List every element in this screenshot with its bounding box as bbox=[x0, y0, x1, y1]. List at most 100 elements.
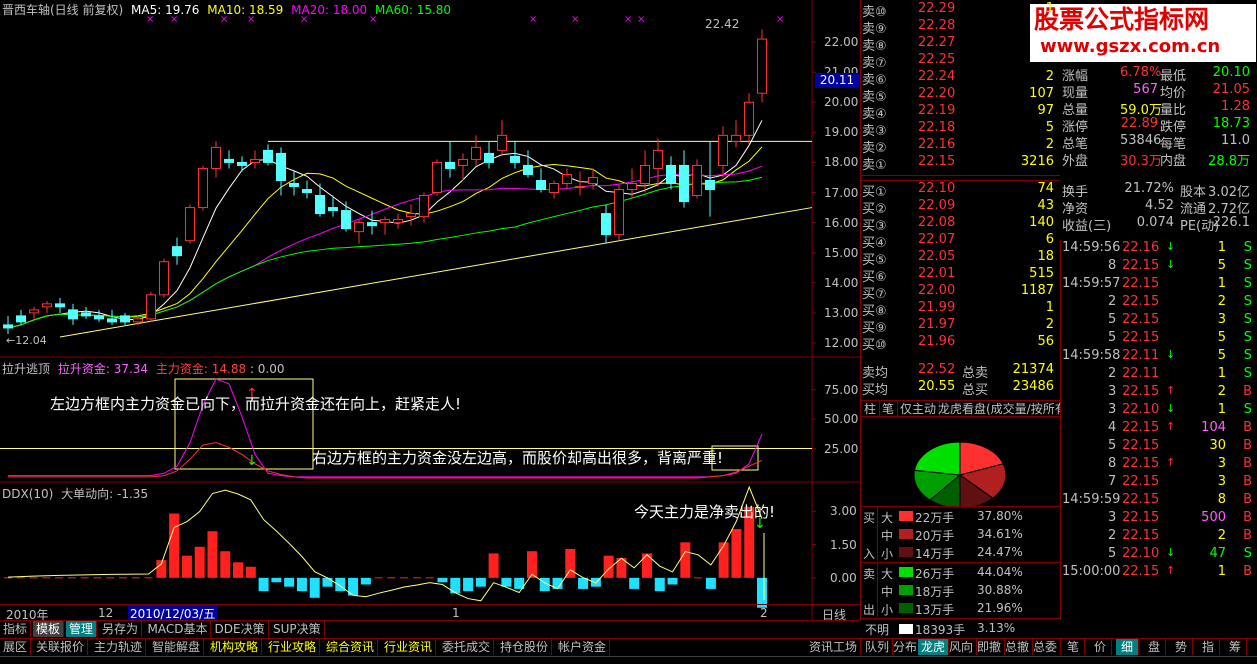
tab-tabs1-2[interactable]: 管理 bbox=[66, 621, 98, 637]
tab-info-8[interactable]: 委托成交 bbox=[439, 639, 495, 655]
tab-info-2[interactable]: 主力轨迹 bbox=[91, 639, 147, 655]
stat-row: 总量 59.0万 量比 1.28 bbox=[1062, 99, 1256, 118]
tab-info-3[interactable]: 智能解盘 bbox=[149, 639, 205, 655]
bid-row[interactable]: 买④ 22.07 6 bbox=[862, 232, 1058, 251]
tick-row[interactable]: 15:00:00 1 B 22.15 ↑ bbox=[1062, 564, 1256, 582]
tab-tabs1-0[interactable]: 指标 bbox=[0, 621, 32, 637]
tab-tabs1-6[interactable]: SUP决策 bbox=[270, 621, 325, 637]
flow-row: 小 14万手 24.47% bbox=[881, 545, 1057, 561]
tab-tabs1-3[interactable]: 另存为 bbox=[99, 621, 143, 637]
tick-row[interactable]: 5 3 S 22.15 bbox=[1062, 312, 1256, 330]
tick-row[interactable]: 5 5 S 22.15 bbox=[1062, 330, 1256, 348]
tab-right-3[interactable]: 风向 bbox=[946, 639, 978, 655]
avg-price: 20.55 bbox=[918, 379, 956, 394]
tab-tabs1-5[interactable]: DDE决策 bbox=[212, 621, 269, 637]
candle-body bbox=[471, 146, 481, 160]
tick-row[interactable]: 4 104 B 22.15 ↑ bbox=[1062, 420, 1256, 438]
kline-chart[interactable]: × × × × × × × × × × ×↑↓↓ bbox=[0, 0, 860, 620]
signal-marker: × bbox=[571, 14, 579, 25]
tick-price: 22.16 bbox=[1122, 240, 1160, 255]
tick-row[interactable]: 3 2 B 22.15 ↑ bbox=[1062, 384, 1256, 402]
tab-info-10[interactable]: 帐户资金 bbox=[555, 639, 611, 655]
tab-right-5[interactable]: 总撤 bbox=[1002, 639, 1034, 655]
stat-value: 53846 bbox=[1120, 133, 1162, 148]
ask-row[interactable]: 卖⑩ 22.29 1 bbox=[862, 1, 1058, 20]
ob-price: 21.97 bbox=[918, 317, 956, 332]
ddx-bar bbox=[654, 577, 665, 592]
tick-row[interactable]: 14:59:57 1 S 22.15 bbox=[1062, 276, 1256, 294]
bid-row[interactable]: 买⑦ 22.00 1187 bbox=[862, 283, 1058, 302]
tab-info-6[interactable]: 综合资讯 bbox=[323, 639, 379, 655]
ask-row[interactable]: 卖③ 22.18 5 bbox=[862, 120, 1058, 139]
bid-row[interactable]: 买① 22.10 74 bbox=[862, 181, 1058, 200]
stat-value: 22.89 bbox=[1120, 116, 1158, 131]
bid-row[interactable]: 买⑨ 21.97 2 bbox=[862, 317, 1058, 336]
ask-row[interactable]: 卖⑤ 22.20 107 bbox=[862, 86, 1058, 105]
flow-level: 大 bbox=[881, 511, 894, 525]
ask-row[interactable]: 卖⑨ 22.28 bbox=[862, 18, 1058, 37]
candle-body bbox=[380, 219, 390, 224]
tick-row[interactable]: 5 47 S 22.10 ↓ bbox=[1062, 546, 1256, 564]
tab-right-4[interactable]: 即撤 bbox=[974, 639, 1006, 655]
ask-row[interactable]: 卖⑦ 22.25 bbox=[862, 52, 1058, 71]
tick-row[interactable]: 14:59:59 8 B 22.15 bbox=[1062, 492, 1256, 510]
ask-row[interactable]: 卖⑧ 22.27 bbox=[862, 35, 1058, 54]
tab-far-0[interactable]: 笔 bbox=[1062, 639, 1086, 655]
price-tick-label: 14.00 bbox=[824, 275, 859, 290]
tick-arrow: ↓ bbox=[1166, 240, 1176, 253]
bid-row[interactable]: 买③ 22.08 140 bbox=[862, 215, 1058, 234]
bid-row[interactable]: 买⑤ 22.05 18 bbox=[862, 249, 1058, 268]
tick-row[interactable]: 5 30 B 22.15 bbox=[1062, 438, 1256, 456]
tab-info-4[interactable]: 机构攻略 bbox=[207, 639, 263, 655]
ask-row[interactable]: 卖② 22.16 2 bbox=[862, 137, 1058, 156]
tick-row[interactable]: 14:59:56 1 S 22.16 ↓ bbox=[1062, 240, 1256, 258]
ask-row[interactable]: 卖⑥ 22.24 2 bbox=[862, 69, 1058, 88]
tab-far-2[interactable]: 细 bbox=[1116, 639, 1140, 655]
tab-info-1[interactable]: 关联报价 bbox=[33, 639, 89, 655]
signal-marker: × bbox=[624, 14, 632, 25]
candle-body bbox=[731, 134, 741, 142]
tick-row[interactable]: 8 3 B 22.15 ↑ bbox=[1062, 456, 1256, 474]
time-label-jan: 1 bbox=[452, 606, 460, 620]
tab-active-only[interactable]: 仅主动 bbox=[897, 401, 941, 417]
ask-row[interactable]: 卖④ 22.19 97 bbox=[862, 103, 1058, 122]
tab-far-6[interactable]: 筹 bbox=[1224, 639, 1248, 655]
tab-right-0[interactable]: 队列 bbox=[862, 639, 894, 655]
bid-row[interactable]: 买② 22.09 43 bbox=[862, 198, 1058, 217]
ma60-label: MA60: 15.80 bbox=[375, 3, 452, 17]
tab-far-3[interactable]: 盘 bbox=[1143, 639, 1167, 655]
tick-row[interactable]: 2 1 S 22.11 bbox=[1062, 366, 1256, 384]
tab-right-6[interactable]: 总委 bbox=[1030, 639, 1062, 655]
tick-row[interactable]: 7 3 B 22.15 bbox=[1062, 474, 1256, 492]
tab-far-1[interactable]: 价 bbox=[1089, 639, 1113, 655]
flow-row: 大 26万手 44.04% bbox=[881, 565, 1057, 581]
tab-info-7[interactable]: 行业资讯 bbox=[381, 639, 437, 655]
tick-row[interactable]: 8 5 S 22.15 ↓ bbox=[1062, 258, 1256, 276]
tab-longhu[interactable]: 龙虎看盘(成交量/按所有 bbox=[935, 401, 1060, 417]
flow-swatch bbox=[899, 547, 913, 557]
tick-side: B bbox=[1243, 420, 1252, 435]
tab-far-5[interactable]: 指 bbox=[1197, 639, 1221, 655]
tab-bar[interactable]: 柱 bbox=[861, 401, 881, 417]
bid-row[interactable]: 买⑧ 21.99 1 bbox=[862, 300, 1058, 319]
tick-price: 22.15 bbox=[1122, 510, 1160, 525]
bid-row[interactable]: 买⑩ 21.96 56 bbox=[862, 334, 1058, 353]
tab-trades[interactable]: 笔 bbox=[879, 401, 899, 417]
tab-tabs1-1[interactable]: 模板 bbox=[33, 621, 65, 637]
tab-info-0[interactable]: 展区 bbox=[0, 639, 32, 655]
tick-row[interactable]: 3 500 B 22.15 bbox=[1062, 510, 1256, 528]
tab-info-11[interactable]: 资讯工场 bbox=[806, 639, 862, 655]
tab-tabs1-4[interactable]: MACD基本 bbox=[145, 621, 212, 637]
ask-row[interactable]: 卖① 22.15 3216 bbox=[862, 154, 1058, 173]
flow-side-label: 卖 bbox=[863, 567, 876, 581]
tab-info-5[interactable]: 行业攻略 bbox=[265, 639, 321, 655]
tab-right-1[interactable]: 分布 bbox=[890, 639, 922, 655]
tick-row[interactable]: 2 2 S 22.15 bbox=[1062, 294, 1256, 312]
tick-row[interactable]: 14:59:58 5 S 22.11 ↓ bbox=[1062, 348, 1256, 366]
bid-row[interactable]: 买⑥ 22.01 515 bbox=[862, 266, 1058, 285]
tick-row[interactable]: 2 2 B 22.15 bbox=[1062, 528, 1256, 546]
tab-far-4[interactable]: 势 bbox=[1170, 639, 1194, 655]
tab-info-9[interactable]: 持仓股份 bbox=[497, 639, 553, 655]
tab-right-2[interactable]: 龙虎 bbox=[918, 639, 950, 655]
tick-row[interactable]: 3 1 S 22.10 ↓ bbox=[1062, 402, 1256, 420]
